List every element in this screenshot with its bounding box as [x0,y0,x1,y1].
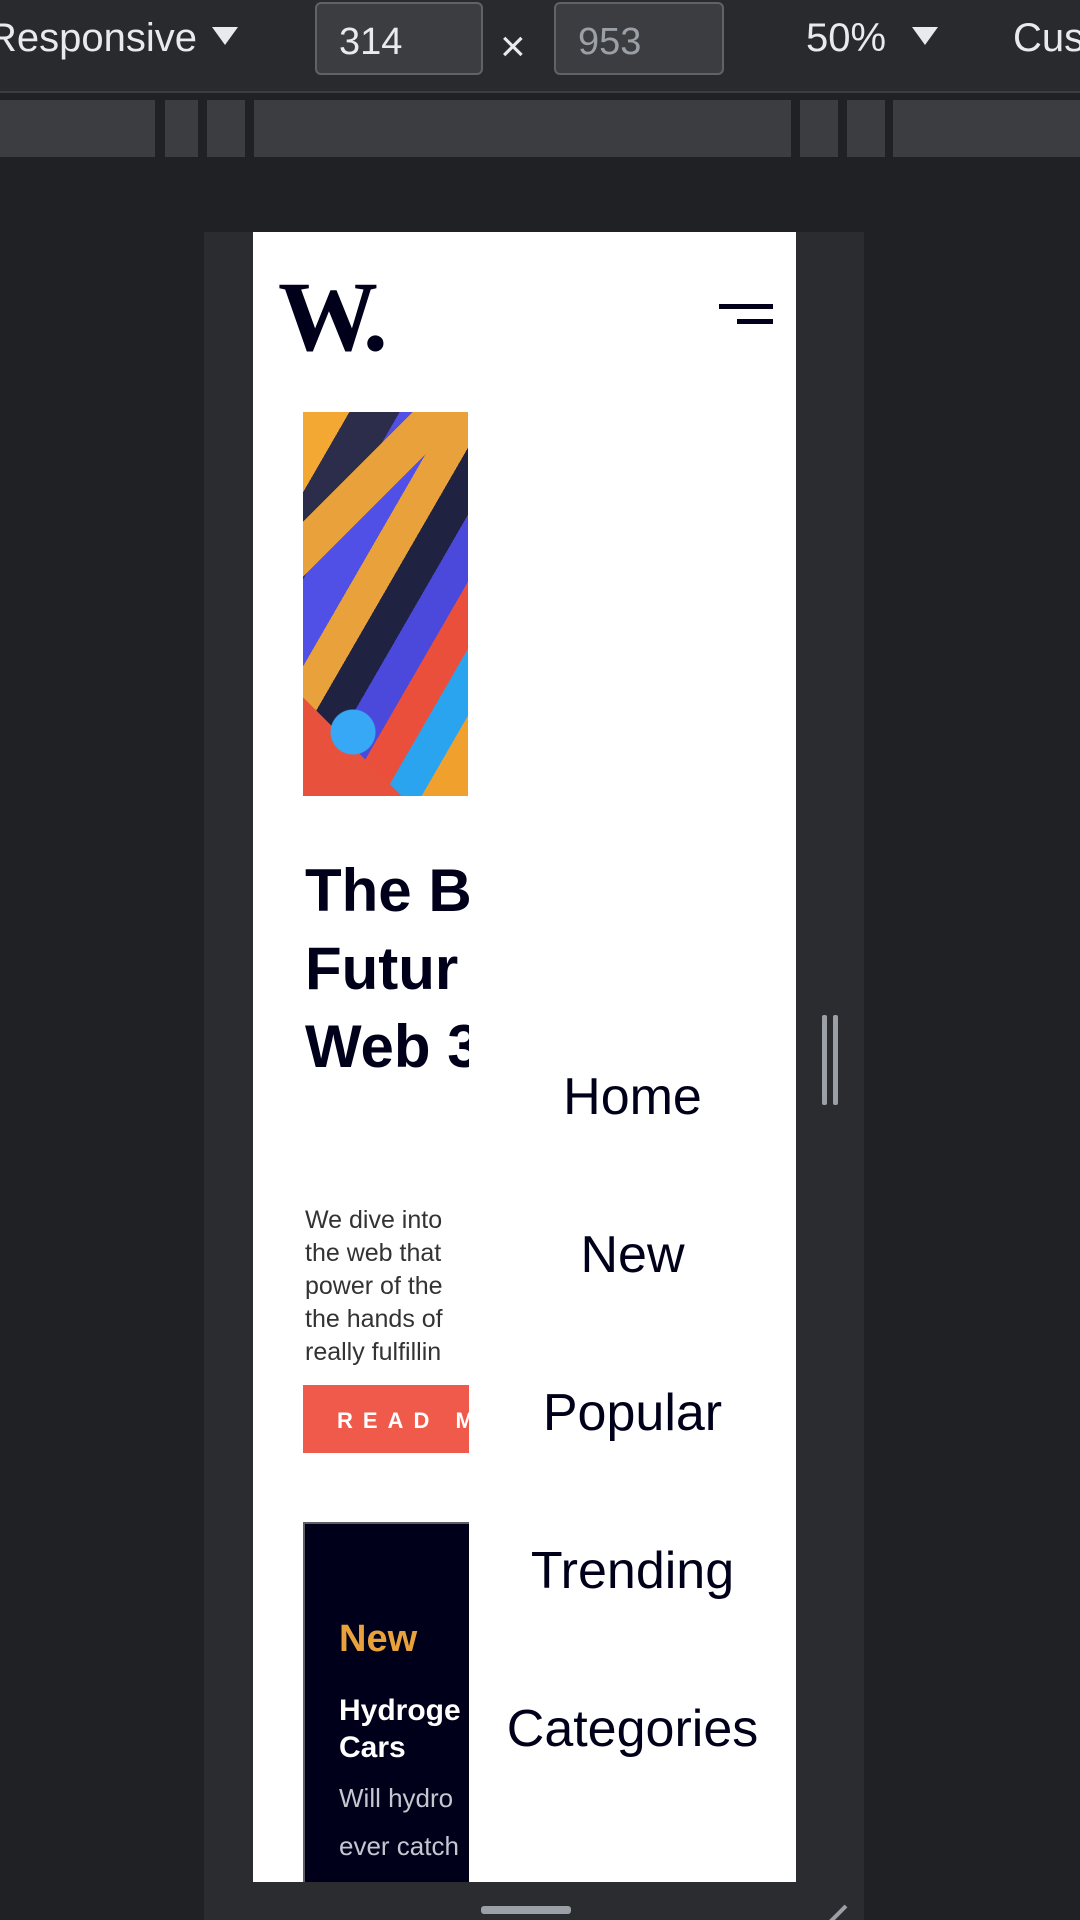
height-input[interactable]: 953 [554,2,724,75]
site-logo[interactable]: W. [278,267,398,367]
new-section-title: New [339,1618,418,1660]
page-viewport: W. The B Futur Web 3 We dive into the we… [253,232,796,1882]
bottom-resize-handle[interactable] [481,1906,571,1914]
zoom-dropdown-icon[interactable] [912,27,938,45]
ruler-segment[interactable] [0,100,155,157]
ruler-segment[interactable] [165,100,198,157]
ruler-segment[interactable] [893,100,1080,157]
devtools-toolbar: Responsive 314 × 953 50% Cus [0,0,1080,93]
corner-resize-handle[interactable] [818,1890,848,1920]
nav-item-categories[interactable]: Categories [469,1699,796,1759]
mobile-nav-menu: Home New Popular Trending Categories [469,607,796,1882]
nav-item-trending[interactable]: Trending [469,1541,796,1601]
width-input[interactable]: 314 [315,2,483,75]
ruler-segment[interactable] [847,100,885,157]
hamburger-menu-icon[interactable] [713,304,773,334]
media-query-ruler [0,100,1080,157]
custom-label[interactable]: Cus [1013,16,1080,61]
device-mode-dropdown-icon[interactable] [212,27,238,45]
nav-item-popular[interactable]: Popular [469,1383,796,1443]
nav-item-new[interactable]: New [469,1225,796,1285]
dimension-separator: × [500,22,526,71]
hero-image [303,412,468,796]
ruler-segment[interactable] [207,100,245,157]
nav-item-home[interactable]: Home [469,1067,796,1127]
zoom-label[interactable]: 50% [806,16,886,61]
ruler-segment[interactable] [800,100,838,157]
right-resize-handle[interactable] [822,1015,842,1105]
ruler-segment[interactable] [254,100,791,157]
device-mode-label[interactable]: Responsive [0,16,197,61]
